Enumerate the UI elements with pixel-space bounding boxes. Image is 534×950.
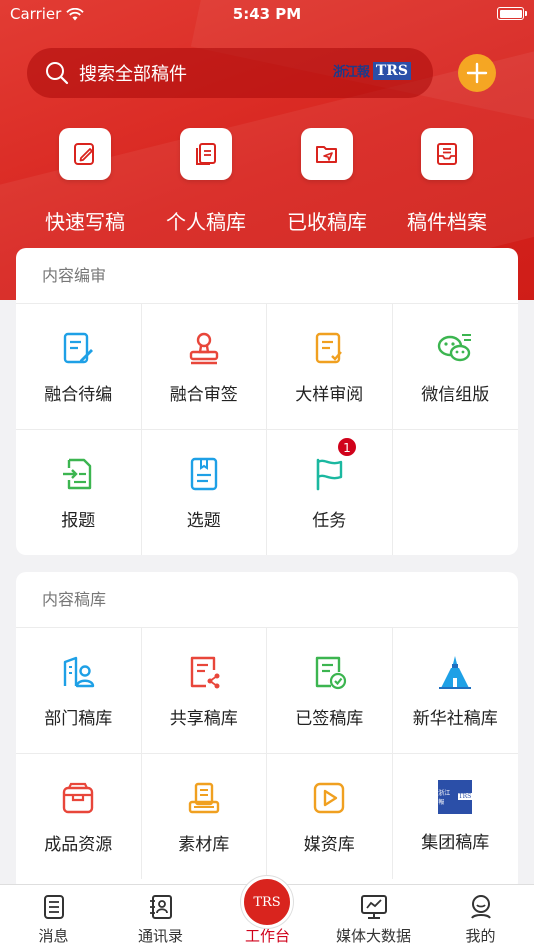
item-label: 任务: [312, 510, 347, 531]
item-xinhua-library[interactable]: 新华社稿库: [392, 628, 518, 754]
edit-icon: [59, 128, 111, 180]
workbench-center-button[interactable]: TRS: [241, 876, 293, 928]
item-select-topic[interactable]: 选题: [142, 429, 267, 555]
item-label: 素材库: [178, 834, 230, 855]
item-media-library[interactable]: 媒资库: [267, 753, 393, 879]
documents-icon: [180, 128, 232, 180]
tab-label: 我的: [465, 927, 496, 945]
tab-label: 工作台: [244, 927, 290, 945]
item-label: 融合审签: [169, 385, 238, 405]
item-shared-library[interactable]: 共享稿库: [141, 628, 267, 754]
item-finished-resources[interactable]: 成品资源: [16, 753, 142, 879]
tab-messages[interactable]: 消息: [0, 885, 107, 950]
tab-contacts[interactable]: 通讯录: [107, 885, 214, 950]
quick-archive-label: 稿件档案: [407, 210, 487, 234]
item-label: 微信组版: [421, 385, 490, 405]
item-report-topic[interactable]: 报题: [16, 429, 142, 555]
quick-received-label: 已收稿库: [287, 210, 367, 234]
item-label: 共享稿库: [169, 709, 238, 729]
item-label: 集团稿库: [421, 832, 490, 853]
brand-logo: 浙江報 TRS: [333, 61, 411, 80]
box-icon: [63, 782, 94, 813]
quick-personal-label: 个人稿库: [166, 210, 246, 234]
item-fusion-sign[interactable]: 融合审签: [141, 304, 267, 430]
wechat-icon: [438, 334, 472, 362]
notification-badge: 1: [337, 436, 357, 457]
section-title: 内容稿库: [16, 572, 518, 628]
item-task[interactable]: 1 任务: [267, 429, 393, 555]
archive-icon: [421, 128, 473, 180]
tab-label: 消息: [38, 927, 69, 945]
group-logo-calligraphy: 浙江報: [438, 789, 451, 806]
item-proof-review[interactable]: 大样审阅: [267, 304, 393, 430]
quick-received-library[interactable]: 已收稿库: [267, 128, 387, 235]
item-label: 媒资库: [303, 834, 355, 855]
item-label: 融合待编: [44, 385, 113, 405]
edit-doc-icon: [64, 332, 94, 364]
item-wechat-layout[interactable]: 微信组版: [392, 304, 518, 430]
item-label: 新华社稿库: [412, 709, 498, 729]
item-label: 部门稿库: [44, 709, 113, 729]
status-bar: Carrier 5:43 PM: [0, 0, 534, 28]
topic-icon: [190, 457, 217, 490]
group-logo-icon: 浙江報 TRS: [438, 779, 473, 814]
section-content-library: 内容稿库 部门稿库 共享稿库 已签稿库 新华社稿库 成品资源 素材库 媒资库 浙…: [16, 572, 518, 892]
item-material-library[interactable]: 素材库: [142, 753, 267, 879]
item-label: 选题: [186, 510, 221, 531]
contacts-icon: [149, 895, 172, 919]
signed-doc-icon: [316, 656, 347, 690]
quick-write[interactable]: 快速写稿: [25, 128, 145, 235]
review-icon: [316, 332, 343, 364]
item-department-library[interactable]: 部门稿库: [16, 628, 142, 754]
department-icon: [64, 656, 95, 688]
folder-icon: [301, 128, 353, 180]
section-content-review: 内容编审 融合待编 融合审签 大样审阅 微信组版 报题 选题 1 任务: [16, 248, 518, 555]
battery-icon: [497, 7, 527, 20]
item-label: 成品资源: [44, 834, 113, 855]
tab-label: 媒体大数据: [335, 927, 411, 945]
search-bar[interactable]: 搜索全部稿件 浙江報 TRS: [27, 48, 433, 98]
monitor-icon: [360, 895, 387, 919]
xinhua-icon: [439, 656, 472, 689]
tab-profile[interactable]: 我的: [427, 885, 534, 950]
material-icon: [188, 782, 219, 813]
share-doc-icon: [190, 656, 220, 689]
section-title: 内容编审: [16, 248, 518, 304]
item-signed-library[interactable]: 已签稿库: [267, 628, 393, 754]
report-icon: [63, 458, 92, 489]
quick-write-label: 快速写稿: [45, 210, 125, 234]
item-fusion-edit[interactable]: 融合待编: [16, 304, 142, 430]
quick-archive[interactable]: 稿件档案: [387, 128, 507, 235]
tab-media-data[interactable]: 媒体大数据: [320, 885, 427, 950]
clock: 5:43 PM: [232, 5, 302, 23]
quick-personal-library[interactable]: 个人稿库: [146, 128, 266, 235]
empty-cell: [393, 430, 519, 556]
tab-label: 通讯录: [137, 927, 183, 945]
search-placeholder: 搜索全部稿件: [79, 64, 187, 85]
item-label: 已签稿库: [295, 709, 364, 729]
add-button[interactable]: [458, 54, 496, 92]
stamp-icon: [189, 332, 218, 365]
group-logo-trs: TRS: [457, 793, 473, 800]
item-label: 大样审阅: [295, 385, 364, 405]
brand-trs: TRS: [372, 61, 411, 80]
search-icon: [46, 62, 69, 85]
profile-icon: [470, 895, 491, 919]
item-group-library[interactable]: 浙江報 TRS 集团稿库: [393, 754, 519, 880]
message-icon: [43, 895, 64, 919]
flag-icon: [316, 458, 343, 490]
item-label: 报题: [61, 510, 96, 531]
plus-icon: [466, 62, 488, 84]
brand-calligraphy: 浙江報: [332, 65, 370, 80]
media-icon: [314, 782, 345, 813]
